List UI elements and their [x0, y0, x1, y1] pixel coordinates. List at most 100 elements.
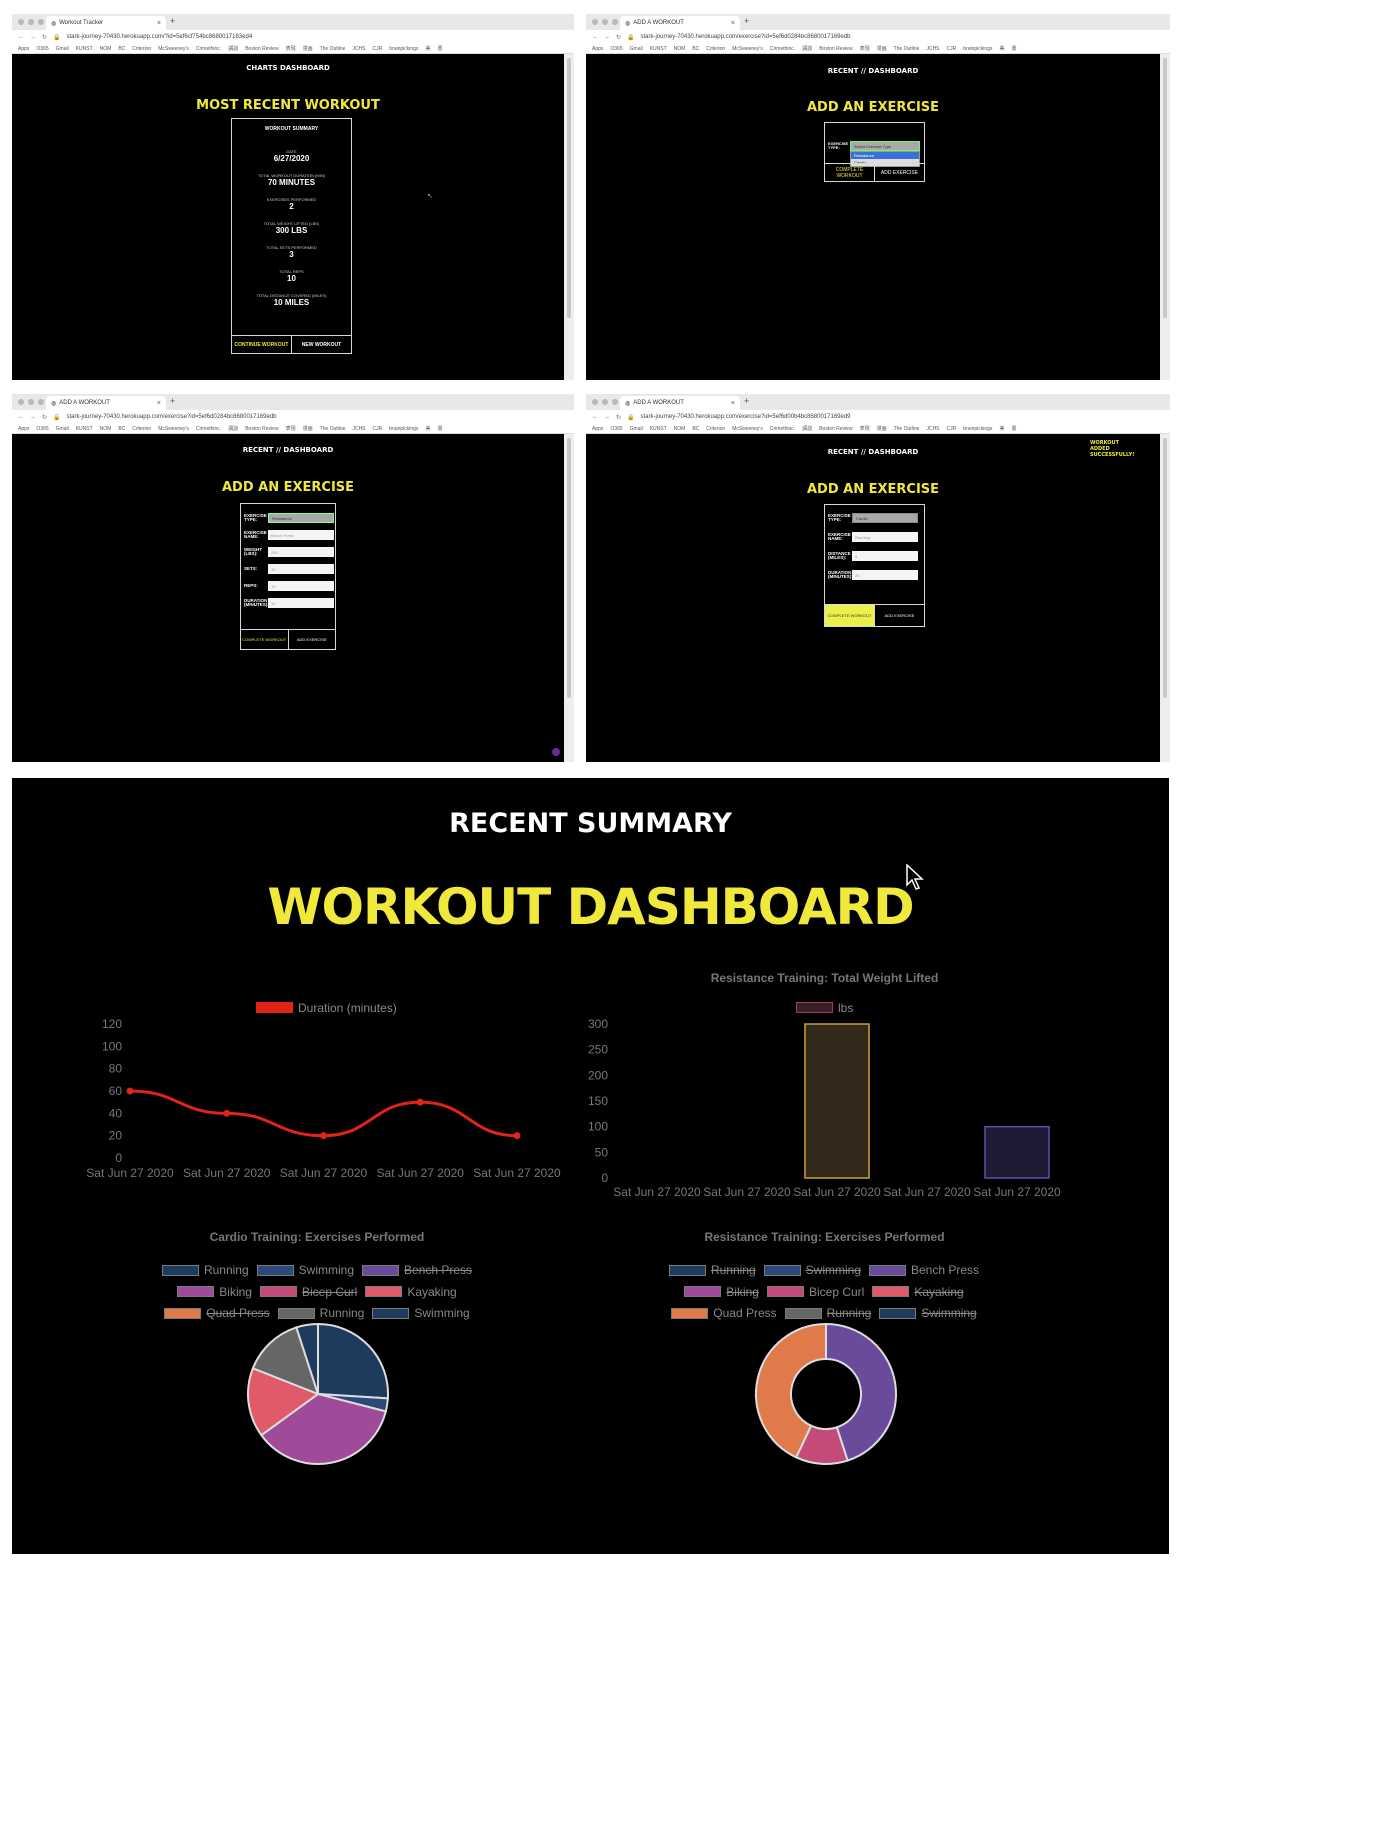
close-icon[interactable]: ×	[157, 400, 161, 407]
bookmark-item[interactable]: Apps	[18, 426, 29, 432]
legend-item[interactable]: Kayaking	[365, 1282, 457, 1302]
address-bar[interactable]: stark-journey-70430.herokuapp.com/exerci…	[641, 414, 851, 420]
legend-item[interactable]: Bicep Curl	[259, 1282, 357, 1302]
bookmark-item[interactable]: 美	[999, 425, 1004, 432]
field-input[interactable]: 5	[852, 551, 918, 561]
bookmark-item[interactable]: 表現	[860, 425, 870, 432]
new-tab-icon[interactable]: +	[170, 16, 175, 26]
complete-workout-button[interactable]: COMPLETE WORKOUT	[241, 630, 288, 649]
legend-item[interactable]: Swimming	[879, 1303, 977, 1323]
field-input[interactable]: 20	[852, 570, 918, 580]
bookmark-item[interactable]: The Outline	[894, 426, 920, 432]
bookmark-item[interactable]: brainpickings	[389, 46, 418, 52]
forward-icon[interactable]: →	[604, 34, 610, 40]
reload-icon[interactable]: ↻	[42, 414, 47, 421]
complete-workout-button[interactable]: COMPLETE WORKOUT	[825, 605, 874, 626]
bookmark-item[interactable]: O365	[610, 426, 622, 432]
back-icon[interactable]: ←	[18, 34, 24, 40]
bookmark-item[interactable]: NOM	[674, 46, 686, 52]
bookmark-item[interactable]: KUNST	[650, 46, 667, 52]
resistance-donut-legend[interactable]: Running Swimming Bench Press Biking Bicep Cu…	[624, 1260, 1024, 1325]
field-input[interactable]: 200	[268, 547, 334, 557]
nav-links[interactable]: RECENT // DASHBOARD	[12, 446, 564, 454]
bookmark-item[interactable]: Criterion	[132, 426, 151, 432]
bookmark-item[interactable]: NOM	[100, 426, 112, 432]
bookmark-item[interactable]: 表現	[286, 425, 296, 432]
bookmark-item[interactable]: KUNST	[76, 46, 93, 52]
bookmark-item[interactable]: 美	[425, 45, 430, 52]
bookmark-item[interactable]: 漫画	[877, 45, 887, 52]
bookmark-item[interactable]: Boston Review	[245, 46, 278, 52]
option-resistance[interactable]: Resistance	[851, 152, 919, 159]
bookmark-item[interactable]: 漫画	[877, 425, 887, 432]
legend-item[interactable]: Running	[784, 1303, 871, 1323]
cardio-pie-legend[interactable]: Running Swimming Bench Press Biking Bicep Cu…	[117, 1260, 517, 1325]
bookmark-item[interactable]: McSweeney's	[732, 426, 763, 432]
bookmark-item[interactable]: 講談	[802, 425, 812, 432]
bookmark-item[interactable]: Gmail	[630, 426, 643, 432]
bookmark-item[interactable]: BC	[118, 46, 125, 52]
new-tab-icon[interactable]: +	[170, 396, 175, 406]
bookmark-item[interactable]: 書	[437, 425, 442, 432]
legend-item[interactable]: Running	[277, 1303, 364, 1323]
bookmark-item[interactable]: The Outline	[320, 426, 346, 432]
bookmark-item[interactable]: JCHS	[926, 46, 939, 52]
close-icon[interactable]: ×	[731, 20, 735, 27]
forward-icon[interactable]: →	[30, 34, 36, 40]
bookmark-item[interactable]: 表現	[286, 45, 296, 52]
bookmark-item[interactable]: The Outline	[320, 46, 346, 52]
bookmark-item[interactable]: KUNST	[76, 426, 93, 432]
legend-item[interactable]: Kayaking	[872, 1282, 964, 1302]
bookmark-item[interactable]: Crimethinc.	[196, 46, 221, 52]
bookmark-item[interactable]: Crimethinc.	[770, 46, 795, 52]
browser-tab[interactable]: ◍ Workout Tracker ×	[46, 16, 166, 30]
legend-item[interactable]: Swimming	[256, 1260, 354, 1280]
field-input[interactable]: 10	[268, 581, 334, 591]
bookmark-item[interactable]: Boston Review	[819, 46, 852, 52]
legend-item[interactable]: Running	[161, 1260, 249, 1280]
bookmark-item[interactable]: NOM	[674, 426, 686, 432]
address-bar[interactable]: stark-journey-70430.herokuapp.com/exerci…	[641, 34, 851, 40]
bookmark-item[interactable]: McSweeney's	[158, 426, 189, 432]
field-input[interactable]: Bench Press	[268, 530, 334, 540]
bookmark-item[interactable]: brainpickings	[963, 426, 992, 432]
bookmark-item[interactable]: JCHS	[926, 426, 939, 432]
close-icon[interactable]: ×	[157, 20, 161, 27]
new-tab-icon[interactable]: +	[744, 16, 749, 26]
bookmark-item[interactable]: 講談	[228, 45, 238, 52]
bookmark-item[interactable]: Crimethinc.	[196, 426, 221, 432]
nav-charts-dashboard[interactable]: CHARTS DASHBOARD	[12, 64, 564, 72]
bookmark-item[interactable]: 講談	[802, 45, 812, 52]
legend-item[interactable]: Running	[668, 1260, 756, 1280]
nav-links[interactable]: RECENT // DASHBOARD	[586, 448, 1160, 456]
exercise-type-select[interactable]: Resistance	[268, 513, 334, 523]
exercise-type-select[interactable]: Cardio	[852, 513, 918, 523]
bookmark-item[interactable]: KUNST	[650, 426, 667, 432]
browser-tab[interactable]: ◍ ADD A WORKOUT ×	[620, 396, 740, 410]
field-input[interactable]: 10	[268, 564, 334, 574]
bookmark-item[interactable]: JCHS	[352, 46, 365, 52]
complete-workout-button[interactable]: COMPLETE WORKOUT	[825, 164, 874, 181]
forward-icon[interactable]: →	[604, 414, 610, 420]
window-controls[interactable]	[12, 19, 44, 25]
legend-item[interactable]: Bench Press	[869, 1260, 979, 1280]
bookmark-item[interactable]: Gmail	[56, 46, 69, 52]
bookmark-item[interactable]: JCHS	[352, 426, 365, 432]
continue-workout-button[interactable]: CONTINUE WORKOUT	[232, 336, 291, 353]
bar-chart-legend[interactable]: lbs	[792, 1000, 857, 1018]
bookmark-item[interactable]: Apps	[592, 426, 603, 432]
reload-icon[interactable]: ↻	[616, 34, 621, 41]
add-exercise-button[interactable]: ADD EXERCISE	[874, 605, 924, 626]
scrollbar[interactable]	[564, 434, 574, 762]
back-icon[interactable]: ←	[592, 34, 598, 40]
reload-icon[interactable]: ↻	[616, 414, 621, 421]
window-controls[interactable]	[586, 19, 618, 25]
nav-links[interactable]: RECENT // DASHBOARD	[586, 67, 1160, 75]
bookmark-item[interactable]: CJR	[373, 46, 383, 52]
legend-item[interactable]: Biking	[684, 1282, 759, 1302]
bookmark-item[interactable]: O365	[36, 426, 48, 432]
back-icon[interactable]: ←	[592, 414, 598, 420]
legend-item[interactable]: Quad Press	[671, 1303, 777, 1323]
bookmark-item[interactable]: 表現	[860, 45, 870, 52]
field-input[interactable]: 10	[268, 598, 334, 608]
